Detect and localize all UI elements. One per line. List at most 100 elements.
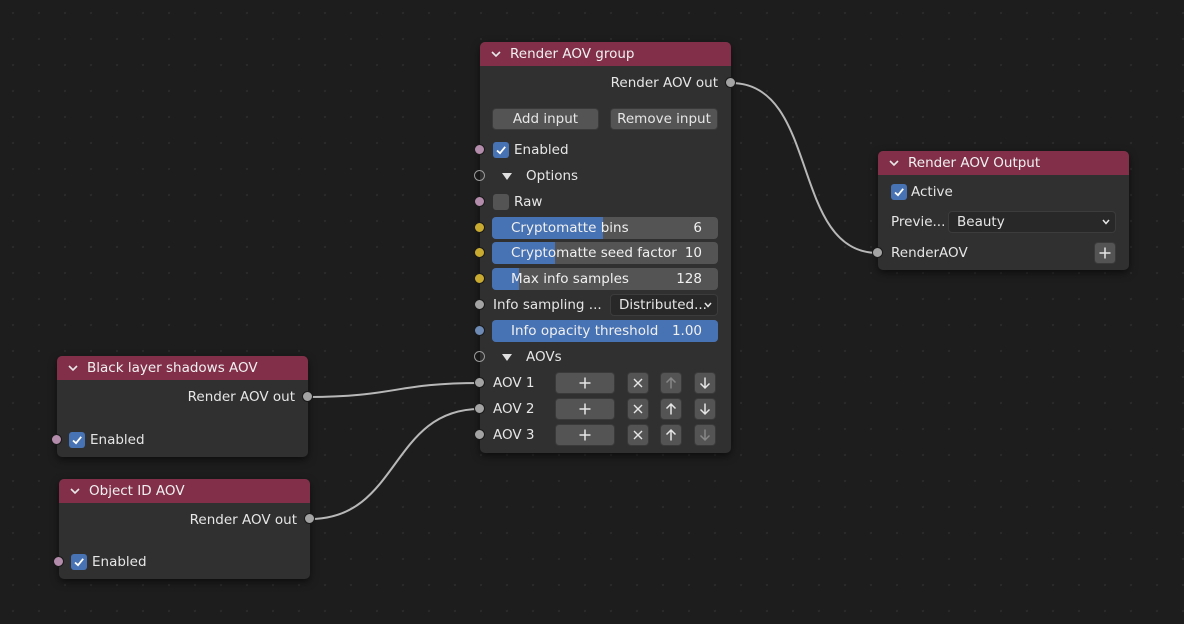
enabled-checkbox[interactable] — [71, 554, 87, 570]
enabled-input-socket[interactable] — [53, 556, 64, 567]
output-socket[interactable] — [725, 77, 736, 88]
node-title: Render AOV group — [510, 46, 635, 62]
crypto-bins-input-socket[interactable] — [474, 222, 485, 233]
preview-label: Previe... — [891, 214, 946, 230]
cryptomatte-bins-slider[interactable]: Cryptomatte bins 6 — [492, 217, 718, 239]
active-checkbox[interactable] — [891, 184, 907, 200]
aov1-input-socket[interactable] — [474, 377, 485, 388]
add-button[interactable] — [1094, 242, 1116, 264]
object-id-aov-node[interactable]: Object ID AOV Render AOV out Enabled — [59, 479, 310, 579]
enabled-checkbox[interactable] — [493, 142, 509, 158]
node-title: Object ID AOV — [89, 483, 185, 499]
render-aov-input-socket[interactable] — [872, 247, 883, 258]
remove-input-button[interactable]: Remove input — [610, 108, 718, 130]
raw-label: Raw — [514, 194, 543, 210]
chevron-down-icon — [703, 298, 713, 316]
options-panel-label[interactable]: Options — [526, 167, 578, 185]
aov2-input-socket[interactable] — [474, 403, 485, 414]
info-sampling-input-socket[interactable] — [474, 299, 485, 310]
node-header[interactable]: Black layer shadows AOV — [57, 356, 308, 380]
checkmark-icon — [74, 558, 84, 567]
aov-move-up-button[interactable] — [660, 398, 682, 420]
chevron-down-icon — [1101, 215, 1111, 233]
enabled-label: Enabled — [90, 432, 145, 448]
max-info-input-socket[interactable] — [474, 273, 485, 284]
expand-triangle-icon[interactable] — [502, 354, 512, 361]
aov-remove-button[interactable] — [627, 372, 649, 394]
aovs-panel-label[interactable]: AOVs — [526, 348, 562, 366]
add-input-button[interactable]: Add input — [492, 108, 599, 130]
info-sampling-label: Info sampling ... — [493, 297, 602, 313]
arrow-down-icon — [699, 403, 711, 416]
aov-add-button[interactable] — [555, 424, 615, 446]
chevron-down-icon[interactable] — [488, 46, 504, 62]
info-opacity-input-socket[interactable] — [474, 325, 485, 336]
link-objectid-to-aov2[interactable] — [309, 408, 481, 520]
node-title: Render AOV Output — [908, 155, 1041, 171]
chevron-down-icon[interactable] — [886, 155, 902, 171]
aov-remove-button[interactable] — [627, 424, 649, 446]
close-icon — [633, 430, 643, 440]
node-header[interactable]: Object ID AOV — [59, 479, 310, 503]
slider-value: 1.00 — [671, 323, 702, 339]
node-title: Black layer shadows AOV — [87, 360, 258, 376]
plus-icon — [1099, 247, 1111, 259]
preview-dropdown[interactable]: Beauty — [948, 211, 1116, 233]
dropdown-value: Beauty — [957, 214, 1005, 230]
dropdown-value: Distributed... — [619, 297, 707, 313]
enabled-input-socket[interactable] — [474, 144, 485, 155]
aov-remove-button[interactable] — [627, 398, 649, 420]
checkmark-icon — [894, 188, 904, 197]
checkmark-icon — [72, 436, 82, 445]
options-input-socket[interactable] — [474, 170, 485, 181]
node-header[interactable]: Render AOV Output — [878, 151, 1129, 175]
plus-icon — [579, 403, 591, 415]
slider-value: 128 — [676, 271, 702, 287]
output-socket[interactable] — [302, 391, 313, 402]
aov-label: AOV 2 — [493, 401, 535, 417]
chevron-down-icon[interactable] — [67, 483, 83, 499]
close-icon — [633, 404, 643, 414]
output-label: Render AOV out — [610, 75, 718, 91]
link-group-to-output[interactable] — [730, 82, 879, 254]
chevron-down-icon[interactable] — [65, 360, 81, 376]
aov-move-down-button[interactable] — [694, 398, 716, 420]
active-label: Active — [911, 184, 953, 200]
plus-icon — [579, 377, 591, 389]
node-header[interactable]: Render AOV group — [480, 42, 731, 66]
slider-label: Cryptomatte seed factor — [511, 245, 677, 261]
aov-move-up-button[interactable] — [660, 424, 682, 446]
raw-checkbox[interactable] — [493, 194, 509, 210]
arrow-up-icon — [665, 376, 677, 389]
aov-move-up-button[interactable] — [660, 372, 682, 394]
aov-move-down-button[interactable] — [694, 424, 716, 446]
info-sampling-dropdown[interactable]: Distributed... — [610, 294, 718, 316]
enabled-input-socket[interactable] — [51, 434, 62, 445]
slider-value: 6 — [693, 220, 702, 236]
aov-move-down-button[interactable] — [694, 372, 716, 394]
enabled-checkbox[interactable] — [69, 432, 85, 448]
link-black-to-aov1[interactable] — [307, 382, 481, 398]
arrow-down-icon — [699, 377, 711, 390]
plus-icon — [579, 429, 591, 441]
slider-label: Max info samples — [511, 271, 629, 287]
output-label: Render AOV out — [187, 389, 295, 405]
cryptomatte-seed-slider[interactable]: Cryptomatte seed factor 10 — [492, 242, 718, 264]
aov-add-button[interactable] — [555, 398, 615, 420]
black-layer-shadows-node[interactable]: Black layer shadows AOV Render AOV out E… — [57, 356, 308, 457]
crypto-seed-input-socket[interactable] — [474, 247, 485, 258]
enabled-label: Enabled — [92, 554, 147, 570]
arrow-up-icon — [665, 402, 677, 415]
expand-triangle-icon[interactable] — [502, 173, 512, 180]
aovs-input-socket[interactable] — [474, 351, 485, 362]
enabled-label: Enabled — [514, 142, 569, 158]
arrow-down-icon — [699, 429, 711, 442]
render-aov-group-node[interactable]: Render AOV group Render AOV out Add inpu… — [480, 42, 731, 453]
max-info-samples-slider[interactable]: Max info samples 128 — [492, 268, 718, 290]
aov-add-button[interactable] — [555, 372, 615, 394]
raw-input-socket[interactable] — [474, 196, 485, 207]
output-socket[interactable] — [304, 513, 315, 524]
info-opacity-threshold-slider[interactable]: Info opacity threshold 1.00 — [492, 320, 718, 342]
aov3-input-socket[interactable] — [474, 429, 485, 440]
render-aov-output-node[interactable]: Render AOV Output Active Previe... Beaut… — [878, 151, 1129, 270]
